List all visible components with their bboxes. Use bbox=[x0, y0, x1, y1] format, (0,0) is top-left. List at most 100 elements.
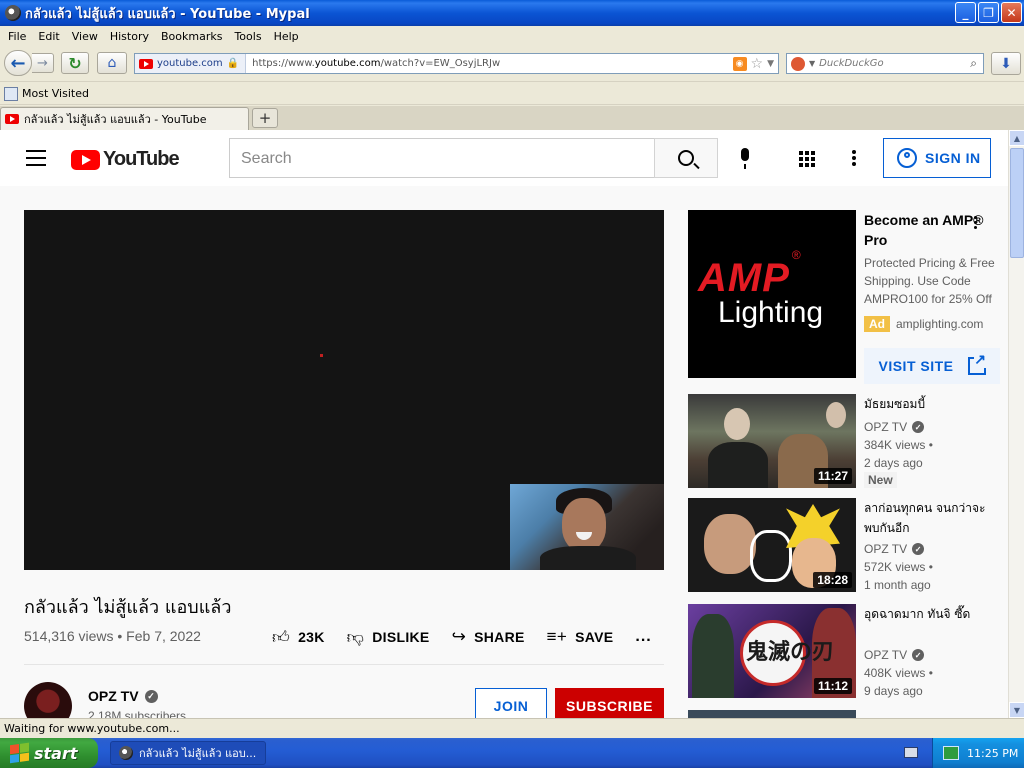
video-thumbnail[interactable]: 18:28 bbox=[688, 498, 856, 592]
recommendation-item[interactable]: 鬼滅の刃 11:12 อุดฉาดมาก ทันจิ ซี๊ด OPZ TV ✓ … bbox=[688, 604, 1000, 698]
minimize-button[interactable]: _ bbox=[955, 2, 976, 23]
youtube-search-placeholder: Search bbox=[241, 150, 292, 167]
network-tray-icon[interactable] bbox=[943, 746, 959, 760]
microphone-icon[interactable] bbox=[738, 148, 752, 170]
scroll-up-icon[interactable]: ▲ bbox=[1009, 130, 1024, 146]
site-identity-button[interactable]: youtube.com 🔒 bbox=[135, 54, 247, 73]
youtube-logo[interactable]: YouTube bbox=[71, 148, 180, 171]
url-dropdown-icon[interactable]: ▼ bbox=[767, 59, 774, 69]
downloads-button[interactable]: ⬇ bbox=[991, 52, 1021, 75]
video-actions: 👍︎ 23K 👎︎ DISLIKE ↪ SHARE ≡+ SAVE ... bbox=[272, 626, 674, 648]
ad-source: Ad amplighting.com bbox=[864, 316, 983, 332]
channel-text: OPZ TV bbox=[864, 420, 908, 434]
settings-kebab-icon[interactable] bbox=[852, 150, 856, 168]
tab-youtube[interactable]: กลัวแล้ว ไม่สู้แล้ว แอบแล้ว - YouTube bbox=[0, 107, 249, 130]
search-engine-box[interactable]: ▼ DuckDuckGo ⌕ bbox=[786, 53, 984, 74]
recommendation-item[interactable] bbox=[688, 710, 1000, 718]
like-button[interactable]: 👍︎ 23K bbox=[272, 627, 325, 648]
bookmarks-toolbar: Most Visited bbox=[0, 83, 1024, 105]
window-titlebar[interactable]: กลัวแล้ว ไม่สู้แล้ว แอบแล้ว - YouTube - … bbox=[0, 0, 1024, 26]
channel-avatar[interactable] bbox=[24, 682, 72, 718]
video-thumbnail[interactable]: 鬼滅の刃 11:12 bbox=[688, 604, 856, 698]
channel-text: OPZ TV bbox=[864, 648, 908, 662]
url-text[interactable]: https://www.youtube.com/watch?v=EW_OsyjL… bbox=[246, 58, 732, 69]
scroll-down-icon[interactable]: ▼ bbox=[1009, 702, 1024, 718]
menu-edit[interactable]: Edit bbox=[32, 30, 65, 43]
verified-check-icon: ✓ bbox=[144, 689, 158, 703]
ad-menu-kebab-icon[interactable] bbox=[974, 216, 977, 231]
like-count: 23K bbox=[298, 629, 325, 645]
verified-check-icon: ✓ bbox=[912, 421, 925, 433]
ad-title[interactable]: Become an AMP® Pro bbox=[864, 210, 984, 250]
start-label: start bbox=[34, 743, 78, 763]
recommendation-channel: OPZ TV ✓ bbox=[864, 420, 925, 434]
menu-history[interactable]: History bbox=[104, 30, 155, 43]
bookmark-most-visited[interactable]: Most Visited bbox=[22, 87, 89, 100]
back-button[interactable]: ← bbox=[4, 50, 32, 76]
restore-button[interactable]: ❐ bbox=[978, 2, 999, 23]
sign-in-button[interactable]: SIGN IN bbox=[883, 138, 991, 178]
menu-tools[interactable]: Tools bbox=[228, 30, 267, 43]
recommendation-title[interactable]: มัธยมซอมบี้ bbox=[864, 394, 994, 414]
menu-hamburger-icon[interactable] bbox=[26, 150, 46, 171]
address-bar[interactable]: youtube.com 🔒 https://www.youtube.com/wa… bbox=[134, 53, 779, 74]
rss-feed-icon[interactable]: ◉ bbox=[732, 56, 747, 71]
search-engine-dropdown-icon[interactable]: ▼ bbox=[809, 59, 815, 68]
menu-bookmarks[interactable]: Bookmarks bbox=[155, 30, 228, 43]
share-button[interactable]: ↪ SHARE bbox=[452, 627, 525, 647]
home-button[interactable]: ⌂ bbox=[97, 52, 127, 74]
duckduckgo-icon[interactable] bbox=[791, 56, 805, 71]
forward-button[interactable]: → bbox=[32, 53, 54, 73]
channel-name[interactable]: OPZ TV ✓ bbox=[88, 688, 158, 704]
recommendation-item[interactable]: 11:27 มัธยมซอมบี้ OPZ TV ✓ 384K views • 2… bbox=[688, 394, 1000, 488]
menu-view[interactable]: View bbox=[66, 30, 104, 43]
taskbar-window-button[interactable]: กลัวแล้ว ไม่สู้แล้ว แอบ... bbox=[110, 741, 266, 765]
sign-in-label: SIGN IN bbox=[925, 150, 981, 166]
channel-name-text: OPZ TV bbox=[88, 688, 139, 704]
video-thumbnail[interactable] bbox=[688, 710, 856, 718]
video-duration: 18:28 bbox=[813, 572, 852, 588]
new-tab-button[interactable]: + bbox=[252, 108, 278, 128]
tab-bar: กลัวแล้ว ไม่สู้แล้ว แอบแล้ว - YouTube + bbox=[0, 106, 1024, 130]
thumbs-up-icon: 👍︎ bbox=[272, 627, 291, 647]
page-scrollbar[interactable]: ▲ ▼ bbox=[1008, 130, 1024, 718]
clock[interactable]: 11:25 PM bbox=[967, 747, 1018, 760]
youtube-search-input[interactable]: Search bbox=[229, 138, 655, 178]
ad-image[interactable]: AMP® Lighting bbox=[688, 210, 856, 378]
video-thumbnail[interactable]: 11:27 bbox=[688, 394, 856, 488]
dislike-button[interactable]: 👎︎ DISLIKE bbox=[347, 627, 430, 648]
more-actions-button[interactable]: ... bbox=[635, 628, 651, 646]
recommendation-title[interactable]: อุดฉาดมาก ทันจิ ซี๊ด bbox=[864, 604, 994, 624]
save-button[interactable]: ≡+ SAVE bbox=[547, 627, 614, 647]
site-identity-domain: youtube.com bbox=[157, 58, 223, 69]
verified-check-icon: ✓ bbox=[912, 649, 925, 661]
join-button[interactable]: JOIN bbox=[475, 688, 547, 718]
visit-site-button[interactable]: VISIT SITE bbox=[864, 348, 1000, 384]
recommendation-item[interactable]: 18:28 ลาก่อนทุกคน จนกว่าจะพบกันอีก OPZ T… bbox=[688, 498, 1000, 592]
recommendation-title[interactable]: ลาก่อนทุกคน จนกว่าจะพบกันอีก bbox=[864, 498, 994, 538]
close-button[interactable]: ✕ bbox=[1001, 2, 1022, 23]
share-arrow-icon: ↪ bbox=[451, 627, 467, 646]
video-duration: 11:12 bbox=[813, 678, 852, 694]
video-webcam-overlay bbox=[510, 484, 664, 570]
window-title: กลัวแล้ว ไม่สู้แล้ว แอบแล้ว - YouTube - … bbox=[25, 6, 310, 22]
reload-button[interactable]: ↻ bbox=[61, 52, 89, 74]
plus-icon: + bbox=[258, 109, 272, 127]
video-player[interactable] bbox=[24, 210, 664, 570]
visit-site-label: VISIT SITE bbox=[878, 358, 954, 374]
menu-file[interactable]: File bbox=[2, 30, 32, 43]
search-go-icon[interactable]: ⌕ bbox=[970, 56, 977, 71]
bookmark-star-icon[interactable]: ☆ bbox=[751, 56, 764, 72]
youtube-wordmark: YouTube bbox=[103, 148, 180, 170]
apps-grid-icon[interactable] bbox=[799, 151, 815, 167]
menu-help[interactable]: Help bbox=[268, 30, 305, 43]
home-icon: ⌂ bbox=[107, 55, 117, 71]
subscribe-button[interactable]: SUBSCRIBE bbox=[555, 688, 664, 718]
scrollbar-thumb[interactable] bbox=[1010, 148, 1024, 258]
ad-brand-text: AMP bbox=[698, 256, 790, 300]
keyboard-tray-icon[interactable] bbox=[904, 747, 918, 758]
channel-subscribers: 2.18M subscribers bbox=[88, 709, 187, 718]
start-button[interactable]: start bbox=[0, 738, 98, 768]
youtube-search-button[interactable] bbox=[654, 138, 718, 178]
system-tray: 11:25 PM bbox=[932, 738, 1024, 768]
